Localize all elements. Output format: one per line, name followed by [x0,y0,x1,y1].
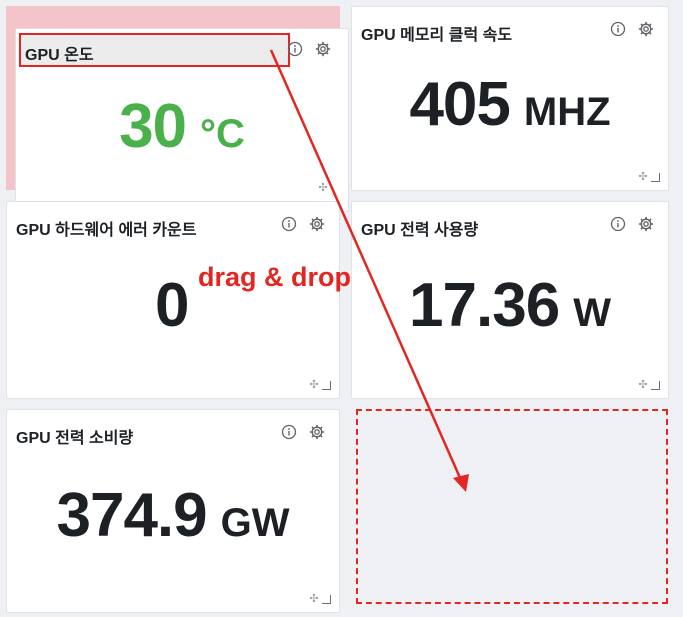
card-actions [281,216,325,232]
move-icon[interactable]: ✣ [638,172,648,183]
move-icon[interactable]: ✣ [309,380,319,391]
card-actions [610,21,654,37]
metric-unit: °C [200,112,245,156]
info-icon[interactable] [281,216,297,232]
gear-icon[interactable] [309,424,325,440]
metric-value: 374.9 GW [7,480,339,551]
metric-unit: MHZ [523,90,611,134]
metric-unit: W [573,291,611,335]
resize-handle-icon[interactable] [322,381,331,390]
gear-icon[interactable] [315,41,331,57]
info-icon[interactable] [610,21,626,37]
card-title: GPU 전력 사용량 [361,222,479,239]
resize-handle-icon[interactable] [651,173,660,182]
card-actions [287,41,331,57]
card-title: GPU 전력 소비량 [16,430,134,447]
metric-value: 405 MHZ [352,69,668,140]
gear-icon[interactable] [309,216,325,232]
gear-icon[interactable] [638,216,654,232]
card-gpu-power-consumption[interactable]: GPU 전력 소비량 374.9 GW ✣ [6,409,340,613]
drag-drop-annotation: drag & drop [198,262,351,292]
move-icon[interactable]: ✣ [318,183,328,194]
metric-number: 405 [409,70,510,139]
card-actions [610,216,654,232]
card-gpu-temperature[interactable]: GPU 온도 30 °C ✣ [15,28,349,212]
card-gpu-power-usage[interactable]: GPU 전력 사용량 17.36 W ✣ [351,201,669,399]
card-gpu-memory-clock[interactable]: GPU 메모리 클럭 속도 405 MHZ ✣ [351,6,669,191]
info-icon[interactable] [287,41,303,57]
card-actions [281,424,325,440]
gear-icon[interactable] [638,21,654,37]
move-icon[interactable]: ✣ [638,380,648,391]
metric-value: 30 °C [16,91,348,162]
metric-number: 374.9 [56,481,207,550]
resize-handle-icon[interactable] [651,381,660,390]
metric-value: 17.36 W [352,270,668,341]
card-title: GPU 메모리 클럭 속도 [361,27,513,44]
metric-number: 17.36 [409,271,560,340]
move-icon[interactable]: ✣ [309,594,319,605]
info-icon[interactable] [281,424,297,440]
metric-number: 30 [119,92,187,161]
metric-number: 0 [155,271,189,340]
card-title: GPU 하드웨어 에러 카운트 [16,222,197,239]
card-title: GPU 온도 [25,47,94,64]
card-gpu-hw-errors[interactable]: GPU 하드웨어 에러 카운트 0 ✣ [6,201,340,399]
resize-handle-icon[interactable] [322,595,331,604]
info-icon[interactable] [610,216,626,232]
drop-target-zone[interactable] [356,409,668,604]
metric-unit: GW [220,501,290,545]
